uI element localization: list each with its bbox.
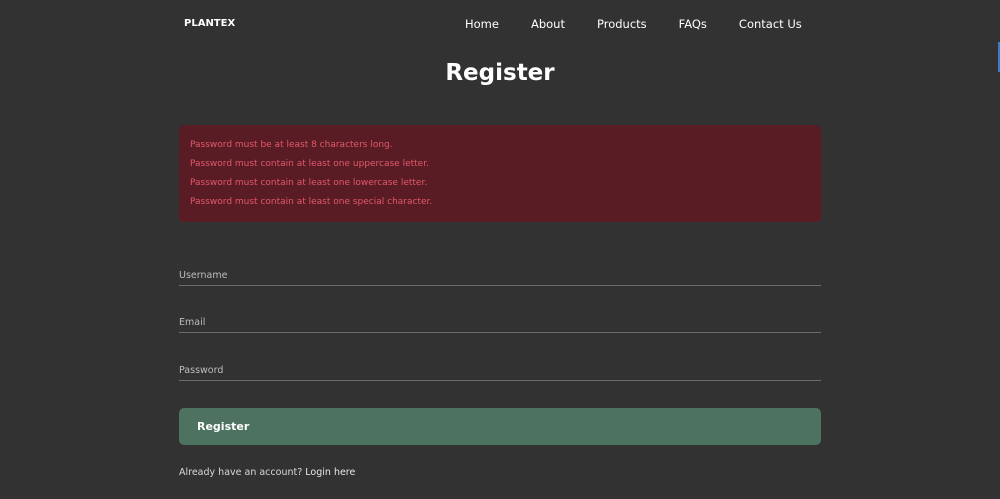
username-input[interactable]: [179, 266, 821, 286]
logo[interactable]: PLANTEX: [184, 18, 235, 29]
nav-links: Home About Products FAQs Contact Us: [465, 17, 834, 31]
nav-faqs[interactable]: FAQs: [679, 17, 707, 31]
error-alert: Password must be at least 8 characters l…: [179, 125, 821, 222]
navbar: PLANTEX Home About Products FAQs Contact…: [0, 0, 1000, 48]
email-input[interactable]: [179, 313, 821, 333]
nav-about[interactable]: About: [531, 17, 565, 31]
error-message: Password must contain at least one speci…: [190, 197, 433, 207]
nav-products[interactable]: Products: [597, 17, 647, 31]
nav-contact[interactable]: Contact Us: [739, 17, 802, 31]
login-link[interactable]: Login here: [305, 467, 355, 478]
page-title: Register: [445, 60, 555, 86]
login-prompt-text: Already have an account?: [179, 467, 303, 478]
login-prompt: Already have an account? Login here: [179, 467, 355, 478]
error-message: Password must contain at least one upper…: [190, 159, 429, 169]
error-message: Password must be at least 8 characters l…: [190, 140, 393, 150]
password-input[interactable]: [179, 361, 821, 381]
nav-home[interactable]: Home: [465, 17, 499, 31]
error-message: Password must contain at least one lower…: [190, 178, 428, 188]
register-button[interactable]: Register: [179, 408, 821, 445]
